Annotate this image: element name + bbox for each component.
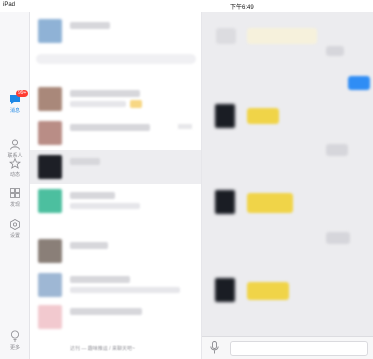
unread-badge: 99+ <box>16 90 29 97</box>
grid-icon <box>10 188 20 198</box>
tab-messages-label: 消息 <box>9 108 20 114</box>
message-bubble[interactable] <box>216 28 236 44</box>
avatar <box>38 189 62 213</box>
avatar <box>38 273 62 297</box>
conversation-name <box>70 308 142 315</box>
avatar <box>38 155 62 179</box>
message-bubble[interactable] <box>247 193 293 213</box>
message-input[interactable] <box>230 341 368 356</box>
clock-label: 下午6:49 <box>230 5 254 11</box>
list-item[interactable] <box>30 116 201 150</box>
avatar <box>38 19 62 43</box>
avatar <box>215 104 235 128</box>
tab-settings[interactable]: 设置 <box>0 219 30 239</box>
tab-settings-label: 设置 <box>9 233 20 239</box>
list-item[interactable] <box>30 184 201 218</box>
conversation-list: 达刊 — 趣味推运 / 来聊天吧~ <box>30 12 202 359</box>
tab-feed-label: 动态 <box>9 172 20 178</box>
list-item[interactable] <box>30 150 201 184</box>
status-bar: iPad 下午6:49 <box>0 0 373 12</box>
avatar <box>215 278 235 302</box>
conversation-preview <box>70 287 180 293</box>
conversation-time <box>178 124 192 129</box>
avatar <box>38 239 62 263</box>
list-item[interactable] <box>30 234 201 268</box>
tab-contacts[interactable]: 联系人 <box>0 139 30 159</box>
conversation-preview <box>70 101 126 107</box>
tab-discover[interactable]: 发现 <box>0 188 30 208</box>
microphone-icon[interactable] <box>210 341 219 354</box>
carrier-label: iPad <box>3 2 16 8</box>
bulb-icon <box>11 330 19 342</box>
timestamp-chip <box>326 144 348 156</box>
avatar <box>38 87 62 111</box>
list-item[interactable] <box>30 82 201 116</box>
tab-discover-label: 发现 <box>9 202 20 208</box>
timestamp-chip <box>326 46 344 56</box>
message-bubble[interactable] <box>247 282 289 300</box>
avatar <box>38 305 62 329</box>
list-item[interactable] <box>30 14 201 48</box>
list-item[interactable] <box>30 268 201 302</box>
message-bubble[interactable] <box>247 28 317 44</box>
tab-rail: 99+ 消息 联系人 动态 发现 设置 更多 <box>0 12 30 359</box>
chat-pane <box>202 12 373 359</box>
tab-feed[interactable]: 动态 <box>0 158 30 178</box>
avatar <box>215 190 235 214</box>
contacts-icon <box>10 139 20 150</box>
conversation-name <box>70 276 130 283</box>
conversation-name <box>70 22 110 29</box>
tab-more-label: 更多 <box>9 345 20 351</box>
conversation-name <box>70 90 140 97</box>
chat-input-bar <box>202 336 373 359</box>
conversation-footer-text: 达刊 — 趣味推运 / 来聊天吧~ <box>70 346 135 352</box>
timestamp-chip <box>326 232 350 244</box>
tab-messages[interactable]: 99+ 消息 <box>0 90 30 114</box>
search-input[interactable] <box>36 54 196 64</box>
tab-more[interactable]: 更多 <box>0 330 30 351</box>
settings-gear-icon <box>10 219 20 230</box>
list-item[interactable] <box>30 300 201 334</box>
star-icon <box>9 158 21 169</box>
conversation-name <box>70 242 108 249</box>
message-bubble[interactable] <box>247 108 279 124</box>
avatar <box>38 121 62 145</box>
conversation-preview <box>70 203 140 209</box>
conversation-name <box>70 158 100 165</box>
conversation-name <box>70 124 150 131</box>
conversation-name <box>70 192 115 199</box>
conversation-tag <box>130 100 142 108</box>
message-bubble-outgoing[interactable] <box>348 76 370 90</box>
